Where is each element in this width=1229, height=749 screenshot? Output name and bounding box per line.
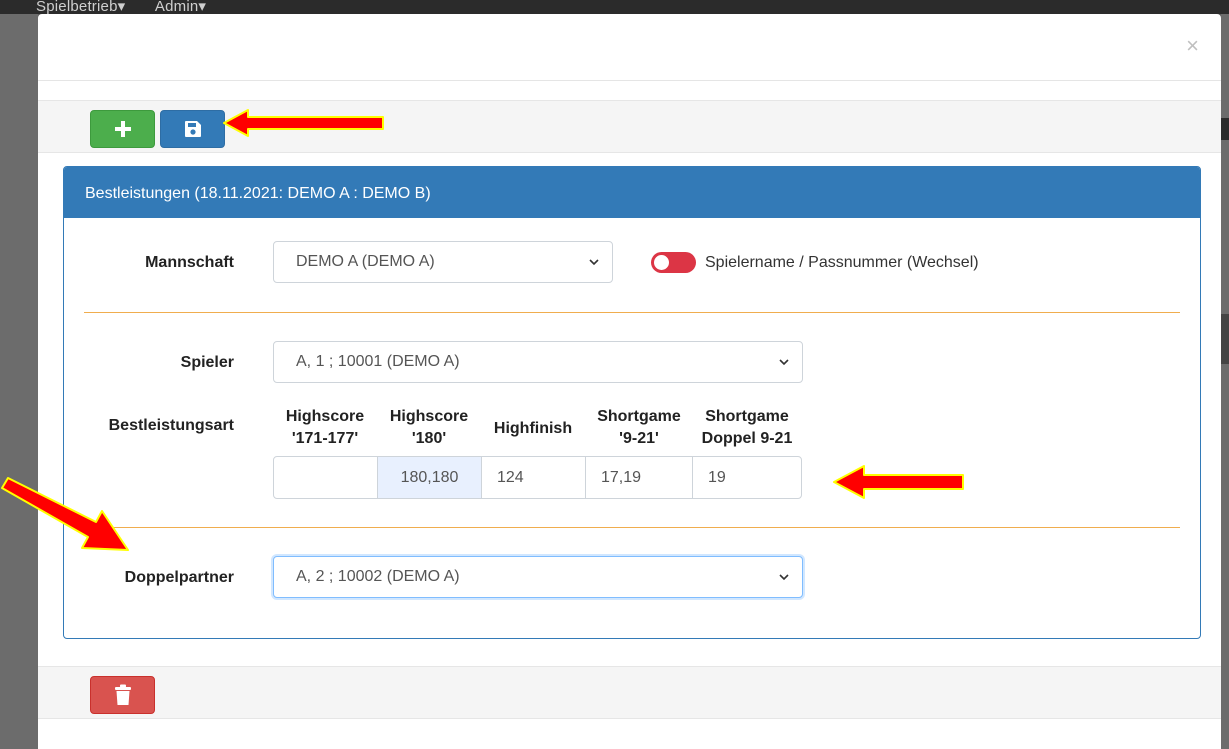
bestleistungsart-label: Bestleistungsart [108,417,234,434]
annotation-arrow-left-icon [223,109,384,137]
highscore-171-input[interactable] [273,456,378,499]
floppy-disk-icon [184,121,201,137]
backdrop-right [1221,14,1229,749]
column-header-highscore-180: Highscore '180' [389,408,469,447]
doppelpartner-label: Doppelpartner [124,569,234,586]
name-passnummer-toggle[interactable] [651,252,696,273]
chevron-down-icon [779,574,789,581]
divider [84,527,1180,528]
toggle-label: Spielername / Passnummer (Wechsel) [705,254,979,271]
spieler-select[interactable]: A, 1 ; 10001 (DEMO A) [273,341,803,383]
shortgame-doppel-input[interactable]: 19 [692,456,802,499]
mannschaft-select[interactable]: DEMO A (DEMO A) [273,241,613,283]
mannschaft-value: DEMO A (DEMO A) [296,253,435,270]
save-button[interactable] [160,110,225,148]
bestleistungen-panel: Bestleistungen (18.11.2021: DEMO A : DEM… [63,166,1201,639]
nav-item-spielbetrieb[interactable]: Spielbetrieb▾ [36,0,125,15]
column-header-highfinish: Highfinish [493,420,573,437]
divider [84,312,1180,313]
column-header-shortgame-doppel: Shortgame Doppel 9-21 [701,408,793,447]
doppelpartner-value: A, 2 ; 10002 (DEMO A) [296,568,460,585]
panel-title: Bestleistungen (18.11.2021: DEMO A : DEM… [64,167,1200,218]
highfinish-input[interactable]: 124 [481,456,586,499]
trash-icon [114,684,131,705]
highscore-180-input[interactable]: 180,180 [377,456,482,499]
annotation-arrow-down-right-icon [1,477,129,551]
modal-footer [38,666,1221,719]
modal-header: × [38,14,1221,81]
chevron-down-icon [779,359,789,366]
mannschaft-label: Mannschaft [145,254,234,271]
toggle-knob [654,255,669,270]
annotation-arrow-left-icon [833,465,964,499]
close-icon[interactable]: × [1186,35,1199,57]
spieler-label: Spieler [180,354,234,371]
plus-icon [114,121,131,137]
backdrop-left [0,14,38,749]
toolbar [38,100,1221,153]
add-button[interactable] [90,110,155,148]
delete-button[interactable] [90,676,155,714]
column-header-highscore-171: Highscore '171-177' [285,408,365,447]
modal-dialog: × Bestleistungen (18.11.2021: DEMO A : D… [38,14,1221,749]
nav-item-admin[interactable]: Admin▾ [155,0,206,15]
backdrop-navbar: Spielbetrieb▾ Admin▾ [0,0,1229,14]
chevron-down-icon [589,259,599,266]
column-header-shortgame: Shortgame '9-21' [597,408,681,447]
backdrop-nav: Spielbetrieb▾ Admin▾ [36,0,232,14]
doppelpartner-select[interactable]: A, 2 ; 10002 (DEMO A) [273,556,803,598]
shortgame-input[interactable]: 17,19 [585,456,693,499]
spieler-value: A, 1 ; 10001 (DEMO A) [296,353,460,370]
